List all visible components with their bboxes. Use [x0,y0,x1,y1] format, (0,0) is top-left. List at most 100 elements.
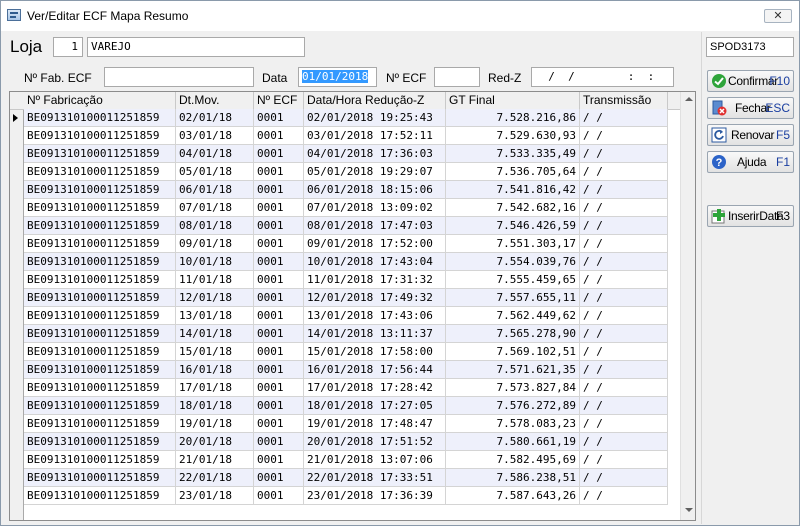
cell-fabricacao[interactable]: BE091310100011251859 [24,307,176,325]
cell-ecf[interactable]: 0001 [254,379,304,397]
ecf-grid[interactable]: Nº Fabricação Dt.Mov. Nº ECF Data/Hora R… [9,91,696,521]
cell-fabricacao[interactable]: BE091310100011251859 [24,361,176,379]
cell-gtfinal[interactable]: 7.576.272,89 [446,397,580,415]
cell-ecf[interactable]: 0001 [254,487,304,505]
cell-gtfinal[interactable]: 7.586.238,51 [446,469,580,487]
cell-gtfinal[interactable]: 7.546.426,59 [446,217,580,235]
cell-ecf[interactable]: 0001 [254,217,304,235]
cell-datahora[interactable]: 14/01/2018 13:11:37 [304,325,446,343]
cell-gtfinal[interactable]: 7.536.705,64 [446,163,580,181]
cell-datahora[interactable]: 08/01/2018 17:47:03 [304,217,446,235]
cell-gtfinal[interactable]: 7.565.278,90 [446,325,580,343]
table-row[interactable]: BE091310100011251859 15/01/18 0001 15/01/20… [24,343,668,361]
cell-fabricacao[interactable]: BE091310100011251859 [24,433,176,451]
cell-transmissao[interactable]: / / [580,325,668,343]
table-row[interactable]: BE091310100011251859 12/01/18 0001 12/01/20… [24,289,668,307]
cell-datahora[interactable]: 19/01/2018 17:48:47 [304,415,446,433]
table-row[interactable]: BE091310100011251859 16/01/18 0001 16/01/20… [24,361,668,379]
cell-ecf[interactable]: 0001 [254,109,304,127]
inserir-data-button[interactable]: InserirData F3 [707,205,794,227]
cell-dtmov[interactable]: 23/01/18 [176,487,254,505]
cell-ecf[interactable]: 0001 [254,181,304,199]
cell-datahora[interactable]: 13/01/2018 17:43:06 [304,307,446,325]
fechar-button[interactable]: Fechar ESC [707,97,794,119]
cell-transmissao[interactable]: / / [580,109,668,127]
cell-transmissao[interactable]: / / [580,127,668,145]
cell-dtmov[interactable]: 22/01/18 [176,469,254,487]
table-row[interactable]: BE091310100011251859 19/01/18 0001 19/01/20… [24,415,668,433]
cell-ecf[interactable]: 0001 [254,415,304,433]
cell-datahora[interactable]: 07/01/2018 13:09:02 [304,199,446,217]
cell-datahora[interactable]: 04/01/2018 17:36:03 [304,145,446,163]
cell-fabricacao[interactable]: BE091310100011251859 [24,451,176,469]
cell-dtmov[interactable]: 08/01/18 [176,217,254,235]
cell-ecf[interactable]: 0001 [254,325,304,343]
cell-datahora[interactable]: 05/01/2018 19:29:07 [304,163,446,181]
cell-dtmov[interactable]: 10/01/18 [176,253,254,271]
fab-ecf-input[interactable] [104,67,254,87]
cell-gtfinal[interactable]: 7.551.303,17 [446,235,580,253]
confirmar-button[interactable]: Confirmar F10 [707,70,794,92]
cell-dtmov[interactable]: 02/01/18 [176,109,254,127]
cell-dtmov[interactable]: 19/01/18 [176,415,254,433]
table-row[interactable]: BE091310100011251859 23/01/18 0001 23/01/20… [24,487,668,505]
cell-transmissao[interactable]: / / [580,307,668,325]
cell-transmissao[interactable]: / / [580,181,668,199]
cell-gtfinal[interactable]: 7.554.039,76 [446,253,580,271]
table-row[interactable]: BE091310100011251859 03/01/18 0001 03/01/20… [24,127,668,145]
cell-dtmov[interactable]: 14/01/18 [176,325,254,343]
ajuda-button[interactable]: ? Ajuda F1 [707,151,794,173]
cell-ecf[interactable]: 0001 [254,397,304,415]
cell-datahora[interactable]: 06/01/2018 18:15:06 [304,181,446,199]
cell-fabricacao[interactable]: BE091310100011251859 [24,127,176,145]
grid-vertical-scrollbar[interactable] [680,92,695,520]
cell-fabricacao[interactable]: BE091310100011251859 [24,379,176,397]
cell-fabricacao[interactable]: BE091310100011251859 [24,199,176,217]
cell-fabricacao[interactable]: BE091310100011251859 [24,109,176,127]
loja-name-field[interactable]: VAREJO [87,37,305,57]
table-row[interactable]: BE091310100011251859 02/01/18 0001 02/01/20… [24,109,668,127]
cell-fabricacao[interactable]: BE091310100011251859 [24,271,176,289]
cell-datahora[interactable]: 18/01/2018 17:27:05 [304,397,446,415]
cell-ecf[interactable]: 0001 [254,289,304,307]
cell-gtfinal[interactable]: 7.573.827,84 [446,379,580,397]
cell-ecf[interactable]: 0001 [254,199,304,217]
ecf-input[interactable] [434,67,480,87]
cell-fabricacao[interactable]: BE091310100011251859 [24,253,176,271]
cell-ecf[interactable]: 0001 [254,451,304,469]
close-button[interactable]: ✕ [764,9,792,23]
cell-ecf[interactable]: 0001 [254,271,304,289]
cell-dtmov[interactable]: 03/01/18 [176,127,254,145]
cell-transmissao[interactable]: / / [580,217,668,235]
cell-ecf[interactable]: 0001 [254,127,304,145]
cell-fabricacao[interactable]: BE091310100011251859 [24,487,176,505]
cell-datahora[interactable]: 11/01/2018 17:31:32 [304,271,446,289]
data-input[interactable]: 01/01/2018 [298,67,377,87]
cell-ecf[interactable]: 0001 [254,433,304,451]
cell-datahora[interactable]: 17/01/2018 17:28:42 [304,379,446,397]
loja-number-field[interactable]: 1 [53,37,83,57]
cell-ecf[interactable]: 0001 [254,469,304,487]
col-header-fabricacao[interactable]: Nº Fabricação [24,92,176,109]
table-row[interactable]: BE091310100011251859 05/01/18 0001 05/01/20… [24,163,668,181]
cell-transmissao[interactable]: / / [580,451,668,469]
table-row[interactable]: BE091310100011251859 07/01/18 0001 07/01/20… [24,199,668,217]
table-row[interactable]: BE091310100011251859 22/01/18 0001 22/01/20… [24,469,668,487]
cell-dtmov[interactable]: 16/01/18 [176,361,254,379]
cell-datahora[interactable]: 22/01/2018 17:33:51 [304,469,446,487]
cell-fabricacao[interactable]: BE091310100011251859 [24,415,176,433]
cell-dtmov[interactable]: 07/01/18 [176,199,254,217]
cell-datahora[interactable]: 02/01/2018 19:25:43 [304,109,446,127]
cell-gtfinal[interactable]: 7.529.630,93 [446,127,580,145]
cell-gtfinal[interactable]: 7.587.643,26 [446,487,580,505]
table-row[interactable]: BE091310100011251859 21/01/18 0001 21/01/20… [24,451,668,469]
cell-gtfinal[interactable]: 7.528.216,86 [446,109,580,127]
cell-dtmov[interactable]: 06/01/18 [176,181,254,199]
cell-dtmov[interactable]: 09/01/18 [176,235,254,253]
table-row[interactable]: BE091310100011251859 06/01/18 0001 06/01/20… [24,181,668,199]
cell-dtmov[interactable]: 13/01/18 [176,307,254,325]
table-row[interactable]: BE091310100011251859 08/01/18 0001 08/01/20… [24,217,668,235]
cell-gtfinal[interactable]: 7.533.335,49 [446,145,580,163]
col-header-gtfinal[interactable]: GT Final [446,92,580,109]
cell-gtfinal[interactable]: 7.562.449,62 [446,307,580,325]
